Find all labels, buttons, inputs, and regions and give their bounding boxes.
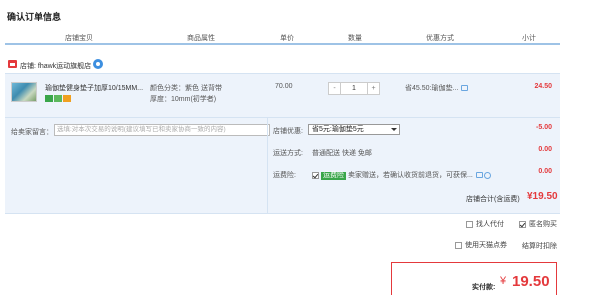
product-thumbnail[interactable] bbox=[11, 82, 37, 102]
payment-summary-box: 实付款: ¥ 19.50 bbox=[391, 262, 557, 295]
insurance-value: 0.00 bbox=[538, 168, 552, 175]
store-name-link[interactable]: 店铺: fhawk运动旗舰店 bbox=[20, 61, 91, 71]
store-icon bbox=[8, 60, 17, 68]
payment-currency: ¥ bbox=[500, 275, 507, 287]
order-options-panel: 给卖家留言： 选填:对本次交易的说明(建议填写已和卖家协商一致的内容) 店铺优惠… bbox=[5, 118, 560, 214]
attribute-color: 颜色分类：紫色 送背带 bbox=[150, 85, 222, 92]
proxy-pay-label: 找人代付 bbox=[476, 221, 504, 228]
column-header-discount: 优惠方式 bbox=[426, 35, 454, 42]
help-icon[interactable] bbox=[483, 171, 491, 179]
insurance-label: 运费险: bbox=[273, 172, 296, 179]
promotion-chat-icon[interactable] bbox=[461, 85, 469, 92]
message-label: 给卖家留言： bbox=[11, 129, 53, 136]
store-discount-value: -5.00 bbox=[536, 124, 552, 131]
unit-price: 70.00 bbox=[275, 83, 293, 90]
attribute-thickness: 厚度：10mm(初学者) bbox=[150, 96, 217, 103]
order-table-header: 店铺宝贝 商品属性 单价 数量 优惠方式 小计 bbox=[5, 30, 560, 45]
promotion-info: 省45.50:瑜伽垫... bbox=[405, 83, 469, 93]
chevron-down-icon bbox=[391, 128, 397, 131]
store-discount-label: 店铺优惠: bbox=[273, 128, 303, 135]
tmall-points-label: 使用天猫点券 bbox=[465, 242, 507, 249]
store-total-value: ¥19.50 bbox=[527, 191, 558, 202]
store-row: 店铺: fhawk运动旗舰店 bbox=[5, 58, 560, 74]
insurance-tag: 运费险 bbox=[321, 172, 346, 180]
anonymous-option[interactable]: 匿名购买 bbox=[519, 219, 557, 229]
insurance-option: 运费险 卖家赠送，若确认收货前退货，可获保... bbox=[312, 170, 491, 180]
quantity-increment-button[interactable]: + bbox=[367, 83, 379, 94]
column-header-unit-price: 单价 bbox=[280, 35, 294, 42]
anonymous-label: 匿名购买 bbox=[529, 221, 557, 228]
store-discount-select[interactable]: 省5元:瑜伽垫5元 bbox=[308, 124, 400, 135]
proxy-pay-checkbox[interactable] bbox=[466, 220, 473, 228]
promotion-text: 省45.50:瑜伽垫... bbox=[405, 85, 459, 92]
payment-amount: 19.50 bbox=[512, 273, 550, 290]
product-title-link[interactable]: 瑜伽垫健身垫子加厚10/15MM... bbox=[45, 83, 143, 93]
item-subtotal: 24.50 bbox=[534, 83, 552, 90]
credit-card-badge[interactable] bbox=[63, 95, 71, 102]
shipping-method: 普通配送 快递 免邮 bbox=[312, 150, 372, 157]
service-badges bbox=[45, 95, 72, 102]
quantity-stepper: - 1 + bbox=[328, 82, 380, 95]
payment-label: 实付款: bbox=[472, 284, 496, 291]
seller-message-input[interactable]: 选填:对本次交易的说明(建议填写已和卖家协商一致的内容) bbox=[54, 124, 270, 136]
page-title: 确认订单信息 bbox=[7, 12, 62, 22]
column-header-attributes: 商品属性 bbox=[187, 35, 215, 42]
proxy-pay-option[interactable]: 找人代付 bbox=[466, 219, 504, 229]
tmall-points-checkbox[interactable] bbox=[455, 241, 462, 249]
column-header-quantity: 数量 bbox=[348, 35, 362, 42]
quantity-decrement-button[interactable]: - bbox=[329, 83, 341, 94]
insurance-checkbox[interactable] bbox=[312, 171, 319, 179]
anonymous-checkbox[interactable] bbox=[519, 220, 526, 228]
quantity-input[interactable]: 1 bbox=[342, 83, 366, 94]
column-header-subtotal: 小计 bbox=[522, 35, 536, 42]
guarantee-badge[interactable] bbox=[54, 95, 62, 102]
chat-contact-icon[interactable] bbox=[93, 59, 103, 69]
order-item-row: 瑜伽垫健身垫子加厚10/15MM... 颜色分类：紫色 送背带 厚度：10mm(… bbox=[5, 73, 560, 118]
divider bbox=[267, 118, 268, 214]
insurance-text: 卖家赠送，若确认收货前退货，可获保... bbox=[348, 172, 473, 179]
store-total-label: 店铺合计(含运费) bbox=[466, 196, 520, 203]
tmall-points-option[interactable]: 使用天猫点券 bbox=[455, 240, 507, 250]
store-discount-selected: 省5元:瑜伽垫5元 bbox=[312, 126, 364, 133]
deduct-note: 结算时扣除 bbox=[522, 243, 557, 250]
shipping-value: 0.00 bbox=[538, 146, 552, 153]
insurance-chat-icon[interactable] bbox=[475, 172, 483, 179]
shipping-label: 运送方式: bbox=[273, 150, 303, 157]
column-header-item: 店铺宝贝 bbox=[65, 35, 93, 42]
7-day-return-badge[interactable] bbox=[45, 95, 53, 102]
